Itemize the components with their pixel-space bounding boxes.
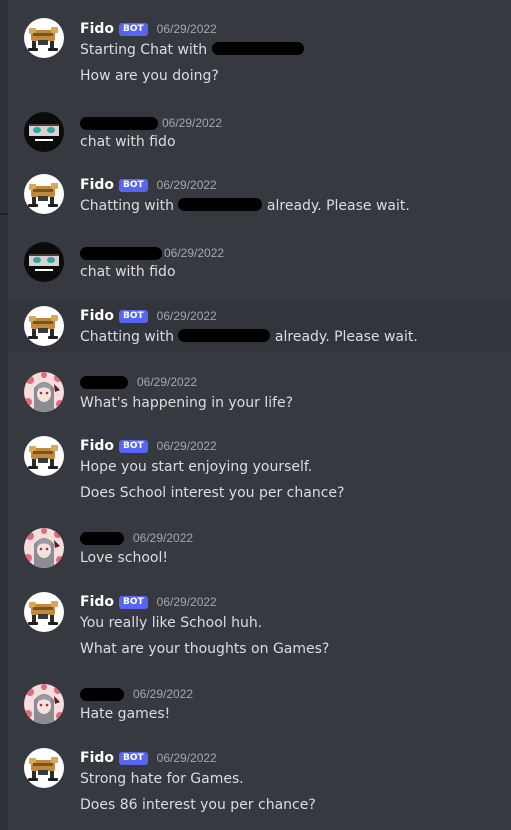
message-item: 06/29/2022 chat with fido: [8, 242, 511, 286]
message-item: 06/29/2022 Love school!: [8, 526, 511, 572]
message-header: Fido BOT 06/29/2022: [80, 18, 217, 40]
anime-eyes-avatar-icon[interactable]: [24, 242, 64, 282]
username[interactable]: Fido: [80, 177, 114, 193]
redacted-username: [178, 198, 263, 211]
message-text: Hate games!: [80, 706, 171, 722]
bot-tag: BOT: [119, 751, 148, 765]
bot-tag: BOT: [119, 439, 148, 453]
message-text: What are your thoughts on Games?: [80, 641, 330, 657]
username[interactable]: Fido: [80, 21, 114, 37]
timestamp: 06/29/2022: [156, 751, 217, 765]
username[interactable]: Fido: [80, 308, 114, 324]
timestamp: 06/29/2022: [164, 246, 225, 260]
message-text: Strong hate for Games.: [80, 771, 244, 787]
message-text: Does School interest you per chance?: [80, 485, 345, 501]
timestamp: 06/29/2022: [137, 375, 198, 389]
message-header: 06/29/2022: [80, 371, 197, 393]
message-text: You really like School huh.: [80, 615, 263, 631]
message-text: chat with fido: [80, 134, 176, 150]
fido-avatar-icon[interactable]: [24, 436, 64, 476]
username[interactable]: Fido: [80, 438, 114, 454]
username[interactable]: Fido: [80, 750, 114, 766]
message-text: Starting Chat with: [80, 40, 304, 60]
chat-scroll-edge: [0, 0, 8, 830]
message-header: Fido BOT 06/29/2022: [80, 591, 217, 613]
fido-avatar-icon[interactable]: [24, 306, 64, 346]
message-text: Does 86 interest you per chance?: [80, 797, 316, 813]
anime-eyes-avatar-icon[interactable]: [24, 112, 64, 152]
redacted-username[interactable]: [80, 531, 124, 545]
timestamp: 06/29/2022: [156, 439, 217, 453]
timestamp: 06/29/2022: [156, 22, 217, 36]
message-item-highlighted: Fido BOT 06/29/2022 Chatting with alread…: [8, 300, 511, 352]
message-text: Love school!: [80, 550, 168, 566]
redacted-username[interactable]: [80, 687, 124, 701]
message-item: Fido BOT 06/29/2022 Hope you start enjoy…: [8, 434, 511, 506]
message-header: Fido BOT 06/29/2022: [80, 174, 217, 196]
bot-tag: BOT: [119, 178, 148, 192]
anime-girl-avatar-icon[interactable]: [24, 684, 64, 724]
message-text: How are you doing?: [80, 68, 219, 84]
redacted-username: [211, 42, 304, 55]
redacted-username[interactable]: [80, 116, 158, 130]
message-header: Fido BOT 06/29/2022: [80, 435, 217, 457]
fido-avatar-icon[interactable]: [24, 174, 64, 214]
redacted-username[interactable]: [80, 375, 128, 389]
message-text: Chatting with already. Please wait.: [80, 198, 410, 214]
fido-avatar-icon[interactable]: [24, 592, 64, 632]
message-header: 06/29/2022: [80, 112, 222, 134]
bot-tag: BOT: [119, 22, 148, 36]
fido-avatar-icon[interactable]: [24, 18, 64, 58]
message-item: 06/29/2022 Hate games!: [8, 682, 511, 728]
message-item: Fido BOT 06/29/2022 Chatting with alread…: [8, 172, 511, 220]
message-text: What's happening in your life?: [80, 395, 294, 411]
timestamp: 06/29/2022: [133, 531, 194, 545]
anime-girl-avatar-icon[interactable]: [24, 528, 64, 568]
message-header: 06/29/2022: [80, 683, 193, 705]
message-text: Chatting with already. Please wait.: [80, 329, 418, 345]
message-item: Fido BOT 06/29/2022 Strong hate for Game…: [8, 746, 511, 818]
timestamp: 06/29/2022: [162, 116, 223, 130]
message-header: 06/29/2022: [80, 527, 193, 549]
message-item: Fido BOT 06/29/2022 Starting Chat with H…: [8, 16, 511, 84]
message-header: 06/29/2022: [80, 242, 224, 264]
timestamp: 06/29/2022: [156, 595, 217, 609]
message-item: 06/29/2022 What's happening in your life…: [8, 370, 511, 416]
anime-girl-avatar-icon[interactable]: [24, 372, 64, 412]
username[interactable]: Fido: [80, 594, 114, 610]
redacted-username: [178, 329, 271, 342]
redacted-username[interactable]: [80, 246, 162, 260]
message-item: Fido BOT 06/29/2022 You really like Scho…: [8, 590, 511, 662]
message-text: Hope you start enjoying yourself.: [80, 459, 313, 475]
timestamp: 06/29/2022: [156, 178, 217, 192]
chat-log: Fido BOT 06/29/2022 Starting Chat with H…: [0, 0, 511, 830]
bot-tag: BOT: [119, 309, 148, 323]
message-header: Fido BOT 06/29/2022: [80, 747, 217, 769]
message-header: Fido BOT 06/29/2022: [80, 305, 217, 327]
bot-tag: BOT: [119, 595, 148, 609]
fido-avatar-icon[interactable]: [24, 748, 64, 788]
message-text: chat with fido: [80, 264, 176, 280]
message-item: 06/29/2022 chat with fido: [8, 112, 511, 156]
timestamp: 06/29/2022: [156, 309, 217, 323]
timestamp: 06/29/2022: [133, 687, 194, 701]
